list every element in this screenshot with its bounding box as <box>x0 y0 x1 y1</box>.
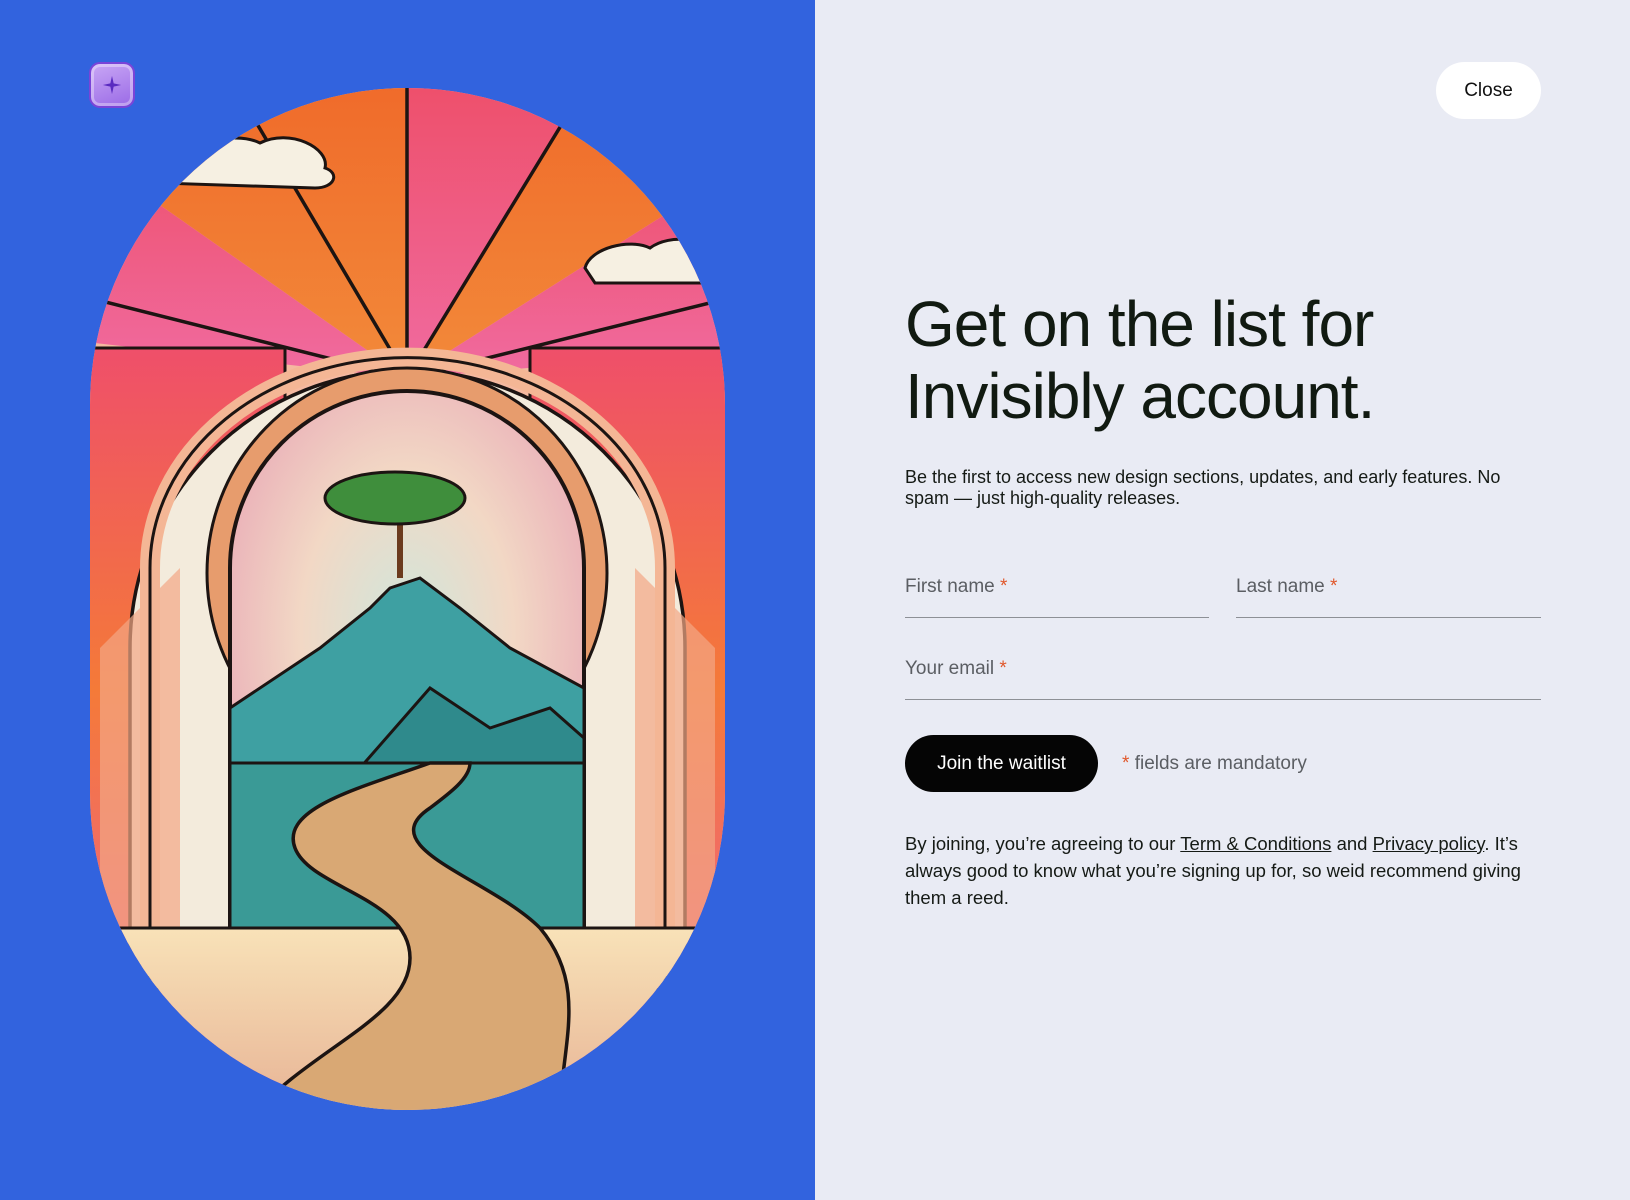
first-name-field[interactable]: First name * <box>905 566 1209 618</box>
title-line-2: Invisibly account. <box>905 360 1375 432</box>
title-line-1: Get on the list for <box>905 288 1374 360</box>
hero-illustration <box>90 88 725 1110</box>
first-name-input[interactable] <box>905 566 1209 617</box>
page-subtitle: Be the first to access new design sectio… <box>905 467 1501 508</box>
page-title: Get on the list for Invisibly account. <box>905 288 1545 432</box>
email-input[interactable] <box>905 648 1541 699</box>
terms-link[interactable]: Term & Conditions <box>1180 833 1331 854</box>
close-button[interactable]: Close <box>1436 62 1541 119</box>
join-waitlist-button[interactable]: Join the waitlist <box>905 735 1098 792</box>
required-marker: * <box>1122 753 1130 774</box>
illustration-panel <box>0 0 815 1200</box>
mandatory-note: * fields are mandatory <box>1122 753 1307 774</box>
last-name-field[interactable]: Last name * <box>1236 566 1541 618</box>
last-name-input[interactable] <box>1236 566 1541 617</box>
legal-text: By joining, you’re agreeing to our Term … <box>905 833 1521 908</box>
privacy-link[interactable]: Privacy policy <box>1373 833 1485 854</box>
email-field[interactable]: Your email * <box>905 648 1541 700</box>
